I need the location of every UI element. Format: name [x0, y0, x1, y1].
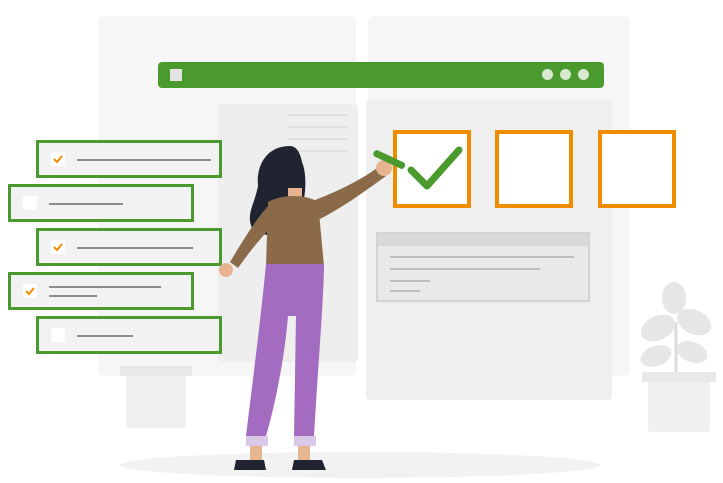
- plant-pot-right: [648, 378, 710, 432]
- checklist-item: [36, 140, 222, 178]
- plant-pot-left-rim: [120, 366, 192, 376]
- plant-pot-left: [126, 372, 186, 428]
- window-title-bar: [158, 62, 604, 88]
- person-illustration: [219, 146, 406, 470]
- window-dot-icon: [578, 69, 589, 80]
- check-icon: [53, 243, 63, 252]
- checkbox: [23, 196, 37, 210]
- plant-icon: [640, 282, 712, 382]
- plant-pot-right-rim: [642, 372, 716, 382]
- checklist-item: [36, 316, 222, 354]
- check-icon: [53, 155, 63, 164]
- illustration-canvas: [0, 0, 723, 483]
- text-line: [77, 335, 133, 337]
- text-line: [77, 247, 193, 249]
- window-dot-icon: [542, 69, 553, 80]
- check-icon: [25, 287, 35, 296]
- window-dot-icon: [560, 69, 571, 80]
- checklist-item: [8, 184, 194, 222]
- checklist-item: [8, 272, 194, 310]
- text-line: [49, 286, 161, 288]
- choice-box-empty: [598, 130, 676, 208]
- text-line: [77, 159, 211, 161]
- text-line: [49, 295, 97, 297]
- checkbox: [51, 328, 65, 342]
- choice-box-empty: [495, 130, 573, 208]
- window-icon: [170, 69, 182, 81]
- checklist-item: [36, 228, 222, 266]
- text-line: [49, 203, 123, 205]
